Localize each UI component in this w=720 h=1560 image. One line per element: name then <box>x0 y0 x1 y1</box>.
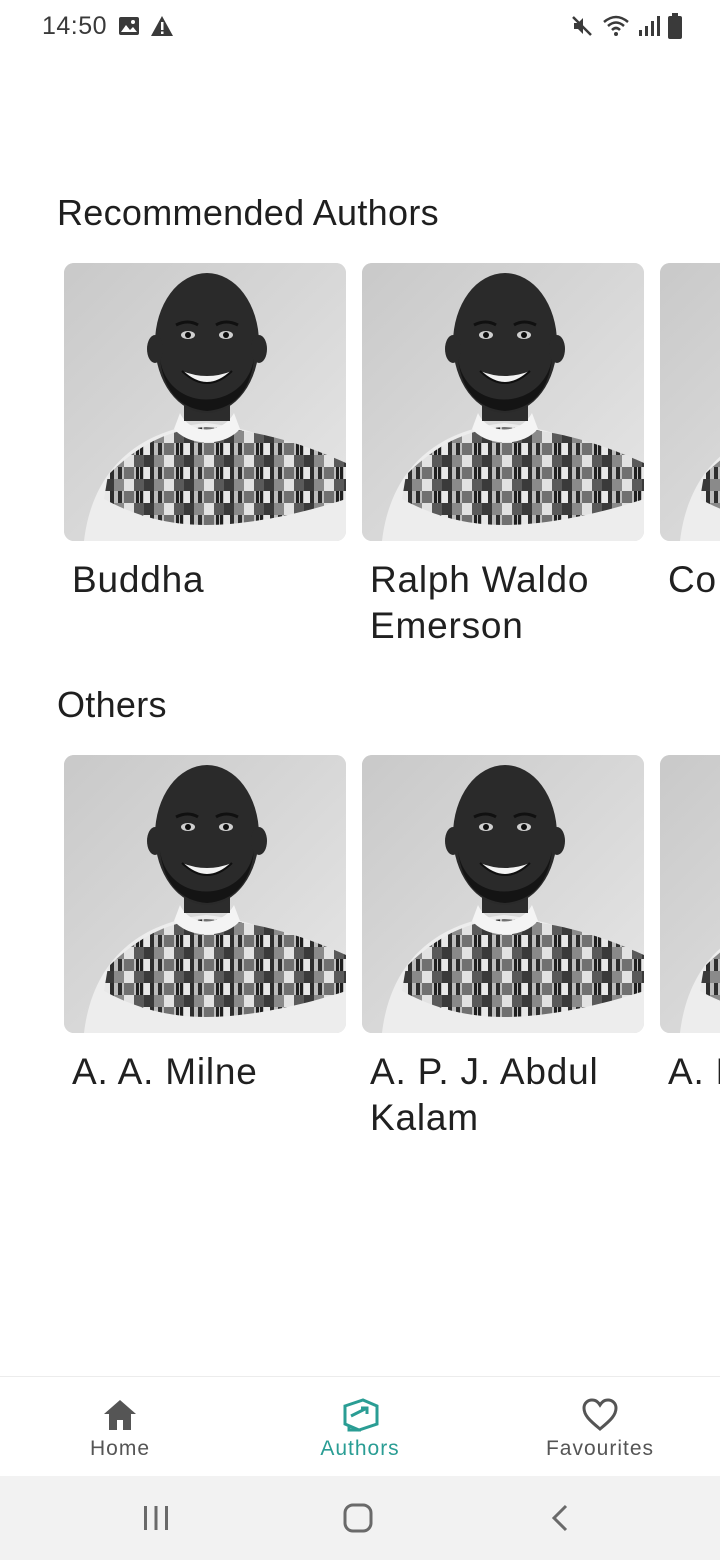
section-title-recommended: Recommended Authors <box>57 192 439 233</box>
author-card[interactable]: Co <box>660 263 720 603</box>
home-circle-icon[interactable] <box>334 1496 382 1540</box>
system-navigation-bar <box>0 1476 720 1560</box>
recents-icon[interactable] <box>132 1496 180 1540</box>
author-photo <box>660 263 720 541</box>
author-photo <box>362 263 644 541</box>
signal-icon <box>638 14 660 43</box>
recommended-authors-row[interactable]: Buddha Ralph Waldo Emerson Co <box>64 263 720 663</box>
home-icon <box>100 1395 140 1435</box>
author-name: Co <box>668 559 717 600</box>
back-icon[interactable] <box>536 1496 584 1540</box>
nav-item-favourites[interactable]: Favourites <box>480 1377 720 1477</box>
author-name: Buddha <box>72 559 205 600</box>
status-bar: 14:50 <box>0 0 720 56</box>
wifi-icon <box>602 14 630 43</box>
authors-icon <box>340 1395 380 1435</box>
author-card[interactable]: A. P. J. Abdul Kalam <box>362 755 644 1141</box>
author-name: A. P. J. Abdul Kalam <box>370 1051 599 1138</box>
battery-icon <box>668 13 682 44</box>
status-time: 14:50 <box>42 12 108 40</box>
author-photo <box>660 755 720 1033</box>
status-left-icons <box>118 15 174 42</box>
image-icon <box>118 16 140 41</box>
author-name: A. Da <box>668 1051 720 1092</box>
nav-label-home: Home <box>89 1437 151 1460</box>
author-photo <box>362 755 644 1033</box>
other-authors-row[interactable]: A. A. Milne A. P. J. Abdul Kalam A. Da <box>64 755 720 1155</box>
author-photo <box>64 755 346 1033</box>
mute-icon <box>570 14 594 43</box>
author-name: Ralph Waldo Emerson <box>370 559 590 646</box>
section-title-others: Others <box>57 684 167 725</box>
nav-item-authors[interactable]: Authors <box>240 1377 480 1477</box>
bottom-navigation: Home Authors Favourites <box>0 1376 720 1476</box>
author-name: A. A. Milne <box>72 1051 258 1092</box>
author-photo <box>64 263 346 541</box>
alert-icon <box>150 15 174 42</box>
heart-icon <box>580 1395 620 1435</box>
nav-label-authors: Authors <box>320 1437 400 1460</box>
author-card[interactable]: Ralph Waldo Emerson <box>362 263 644 649</box>
nav-item-home[interactable]: Home <box>0 1377 240 1477</box>
author-card[interactable]: Buddha <box>64 263 346 603</box>
author-card[interactable]: A. Da <box>660 755 720 1095</box>
author-card[interactable]: A. A. Milne <box>64 755 346 1095</box>
status-right-icons <box>570 13 682 44</box>
nav-label-favourites: Favourites <box>545 1437 655 1460</box>
